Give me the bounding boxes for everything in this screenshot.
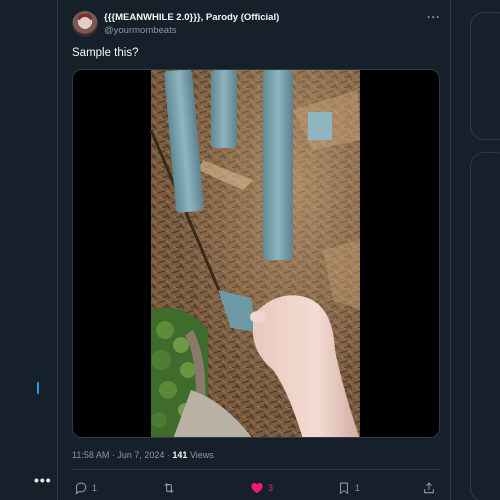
tweet-video[interactable] (72, 69, 440, 438)
share-button[interactable] (422, 478, 436, 498)
actions-divider (72, 469, 440, 470)
video-frame (73, 70, 439, 437)
share-icon (424, 482, 434, 494)
left-rail: ••• (0, 0, 57, 500)
views-count: 141 (172, 450, 188, 460)
avatar[interactable] (72, 11, 98, 37)
retweet-button[interactable] (162, 478, 180, 498)
tweet-more-icon[interactable]: ··· (427, 10, 441, 24)
column-divider-right (450, 0, 451, 500)
active-indicator (37, 382, 39, 394)
like-count: 3 (268, 483, 274, 493)
display-name[interactable]: {{{MEANWHILE 2.0}}}, Parody (Official) (104, 12, 279, 23)
reply-count: 1 (92, 483, 98, 493)
like-button[interactable]: 3 (250, 478, 273, 498)
views-label: Views (187, 450, 214, 460)
reply-button[interactable]: 1 (74, 478, 97, 498)
tweet-meta: 11:58 AM · Jun 7, 2024 · 141 Views (72, 450, 214, 460)
tweet-text: Sample this? (72, 47, 139, 59)
tweet-actions: 1 3 1 (72, 478, 440, 498)
tweet-card: {{{MEANWHILE 2.0}}}, Parody (Official) @… (58, 0, 450, 500)
bookmark-count: 1 (355, 483, 361, 493)
heart-icon (251, 483, 263, 494)
tweet-date[interactable]: Jun 7, 2024 (117, 450, 164, 460)
user-handle[interactable]: @yourmombeats (104, 25, 176, 36)
reply-icon (75, 482, 87, 495)
sidebar-panel-bottom (470, 152, 500, 500)
tweet-time[interactable]: 11:58 AM (72, 450, 109, 460)
sidebar-panel-top (470, 12, 500, 140)
bookmark-button[interactable]: 1 (337, 478, 360, 498)
nav-more-button[interactable]: ••• (34, 472, 52, 488)
retweet-icon (164, 482, 174, 494)
bookmark-icon (339, 482, 349, 495)
